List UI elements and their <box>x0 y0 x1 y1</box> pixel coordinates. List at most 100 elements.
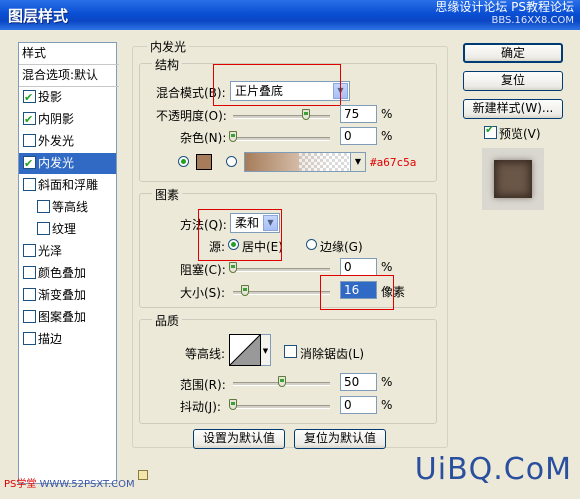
style-item-label: 等高线 <box>52 200 89 214</box>
bottom-left-watermark: PS学堂 WWW.52PSXT.COM <box>4 475 135 490</box>
opacity-input[interactable]: 75 <box>340 105 377 123</box>
noise-input[interactable]: 0 <box>340 127 377 145</box>
style-item[interactable]: 图案叠加 <box>19 307 116 328</box>
source-edge-label[interactable]: 边缘(G) <box>320 238 363 255</box>
color-hex-annotation: #a67c5a <box>370 156 417 169</box>
style-item[interactable]: 颜色叠加 <box>19 263 116 284</box>
jitter-slider-track[interactable] <box>233 405 330 409</box>
style-item-checkbox[interactable] <box>23 288 36 301</box>
style-item-label: 光泽 <box>38 244 63 258</box>
range-input[interactable]: 50 <box>340 373 377 391</box>
style-item-label: 内发光 <box>38 156 75 170</box>
transparency-checker <box>299 153 349 171</box>
style-item-checkbox[interactable] <box>23 244 36 257</box>
glow-color-swatch[interactable] <box>196 154 212 170</box>
make-default-button[interactable]: 设置为默认值 <box>193 429 285 449</box>
preview-label[interactable]: 预览(V) <box>499 125 541 142</box>
style-item[interactable]: 等高线 <box>19 197 116 218</box>
choke-slider-thumb[interactable] <box>229 262 237 273</box>
noise-unit: % <box>381 129 393 143</box>
jitter-slider-thumb[interactable] <box>229 399 237 410</box>
watermark-blue: WWW.52PSXT.COM <box>39 479 135 490</box>
reset-default-button[interactable]: 复位为默认值 <box>294 429 386 449</box>
style-item-checkbox[interactable] <box>23 178 36 191</box>
style-item-checkbox[interactable] <box>23 109 36 130</box>
style-item-checkbox[interactable] <box>37 200 50 213</box>
opacity-slider-track[interactable] <box>233 115 330 119</box>
choke-input[interactable]: 0 <box>340 258 377 276</box>
style-item-label: 描边 <box>38 332 63 346</box>
contour-dropdown[interactable]: ▼ <box>261 334 271 366</box>
style-item-checkbox[interactable] <box>23 332 36 345</box>
size-slider-thumb[interactable] <box>241 285 250 296</box>
gradient-picker[interactable]: ▼ <box>244 152 366 172</box>
top-watermark: 思缘设计论坛 PS教程论坛 BBS.16XX8.COM <box>435 1 574 27</box>
chevron-down-icon: ▼ <box>262 347 269 355</box>
preview-checkbox[interactable] <box>484 123 497 139</box>
inner-glow-title: 内发光 <box>147 38 190 55</box>
ok-button[interactable]: 确定 <box>463 43 563 63</box>
new-style-button[interactable]: 新建样式(W)... <box>463 99 563 119</box>
style-item[interactable]: 外发光 <box>19 131 116 152</box>
resize-grip <box>138 470 148 480</box>
watermark-red: PS学堂 <box>4 479 37 490</box>
structure-title: 结构 <box>152 56 183 73</box>
size-label: 大小(S): <box>180 286 226 300</box>
contour-preview[interactable] <box>229 334 261 366</box>
solid-color-radio[interactable] <box>178 156 189 167</box>
opacity-label: 不透明度(O): <box>156 109 227 123</box>
style-item-checkbox[interactable] <box>23 153 36 174</box>
noise-slider-track[interactable] <box>233 137 330 141</box>
style-item-checkbox[interactable] <box>23 134 36 147</box>
opacity-unit: % <box>381 107 393 121</box>
style-item[interactable]: 光泽 <box>19 241 116 262</box>
jitter-unit: % <box>381 398 393 412</box>
style-item[interactable]: 内阴影 <box>19 109 116 130</box>
style-item-label: 图案叠加 <box>38 310 87 324</box>
style-item-checkbox[interactable] <box>23 310 36 323</box>
contour-label: 等高线: <box>185 347 226 361</box>
style-item-label: 纹理 <box>52 222 77 236</box>
style-item-label: 渐变叠加 <box>38 288 87 302</box>
highlight-box-technique-source <box>198 209 282 261</box>
style-item-label: 内阴影 <box>38 112 75 126</box>
choke-label: 阻塞(C): <box>180 263 226 277</box>
range-slider-thumb[interactable] <box>277 376 286 387</box>
style-item-label: 投影 <box>38 90 63 104</box>
antialias-checkbox[interactable] <box>284 345 297 358</box>
gradient-radio[interactable] <box>226 156 237 167</box>
style-item[interactable]: 内发光 <box>19 153 116 174</box>
opacity-slider-thumb[interactable] <box>301 109 310 120</box>
style-item-label: 外发光 <box>38 134 75 148</box>
chevron-down-icon: ▼ <box>350 153 365 171</box>
jitter-input[interactable]: 0 <box>340 396 377 414</box>
style-item[interactable]: 斜面和浮雕 <box>19 175 116 196</box>
style-item-label: 颜色叠加 <box>38 266 87 280</box>
blend-options-item[interactable]: 混合选项:默认 <box>19 65 119 87</box>
style-item[interactable]: 渐变叠加 <box>19 285 116 306</box>
style-item[interactable]: 纹理 <box>19 219 116 240</box>
highlight-box-size <box>320 275 394 310</box>
choke-unit: % <box>381 260 393 274</box>
contour-curve-icon <box>229 334 261 366</box>
style-item-checkbox[interactable] <box>37 222 50 235</box>
styles-header[interactable]: 样式 <box>19 43 119 65</box>
style-item-label: 斜面和浮雕 <box>38 178 99 192</box>
quality-title: 品质 <box>152 312 183 329</box>
top-watermark-line2: BBS.16XX8.COM <box>491 15 574 26</box>
title-bar: 图层样式 思缘设计论坛 PS教程论坛 BBS.16XX8.COM <box>0 0 580 30</box>
brand-watermark: UiBQ.CoM <box>414 452 572 487</box>
noise-slider-thumb[interactable] <box>229 131 237 142</box>
style-item-checkbox[interactable] <box>23 87 36 108</box>
noise-label: 杂色(N): <box>180 131 227 145</box>
antialias-label[interactable]: 消除锯齿(L) <box>300 345 364 362</box>
choke-slider-track[interactable] <box>233 268 330 272</box>
highlight-box-blend-mode <box>213 64 341 106</box>
range-unit: % <box>381 375 393 389</box>
style-item[interactable]: 描边 <box>19 329 116 350</box>
elements-title: 图素 <box>152 186 183 203</box>
style-item-checkbox[interactable] <box>23 266 36 279</box>
source-edge-radio[interactable] <box>306 239 317 250</box>
style-item[interactable]: 投影 <box>19 87 116 108</box>
reset-button[interactable]: 复位 <box>463 71 563 91</box>
